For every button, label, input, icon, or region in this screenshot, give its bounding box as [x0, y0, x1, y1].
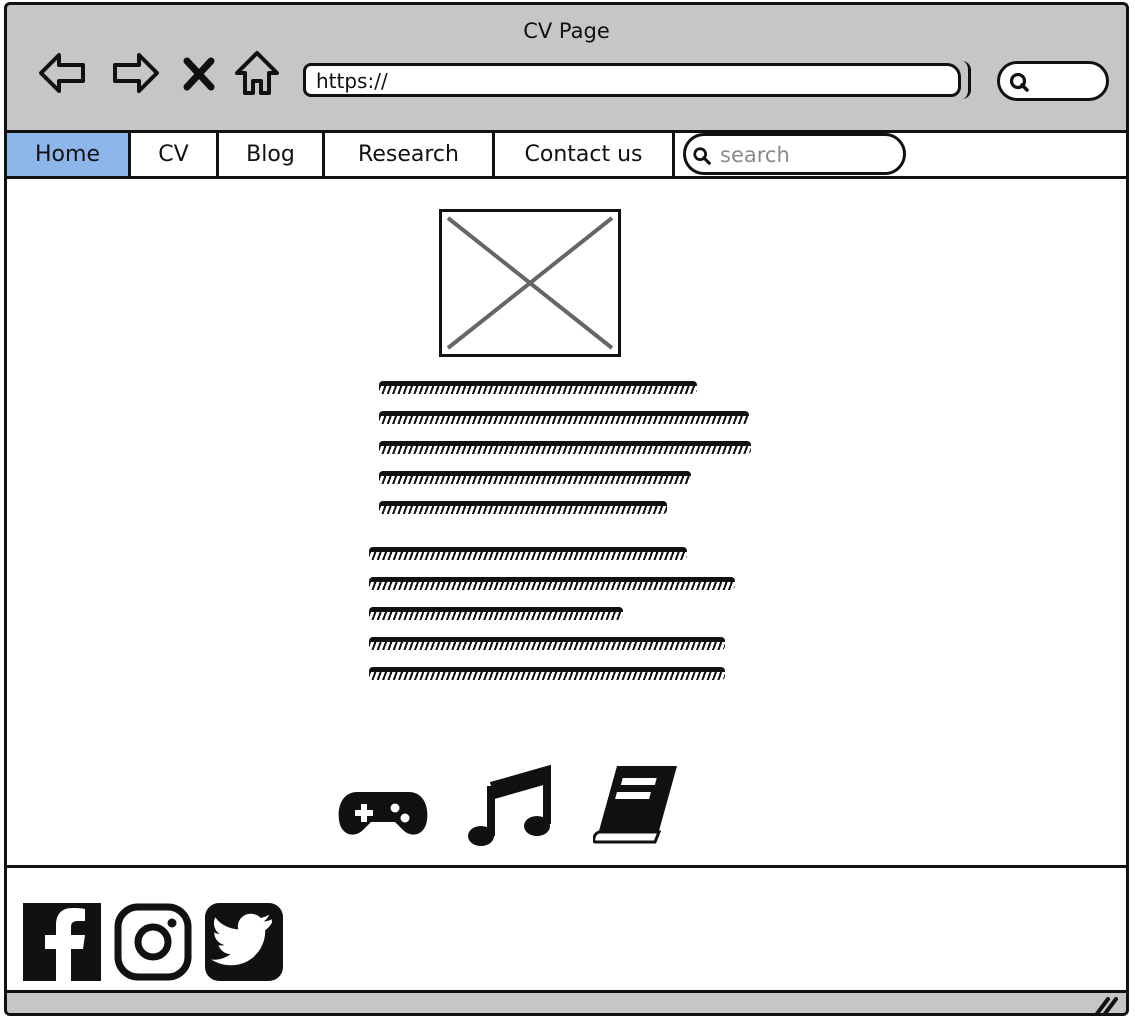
nav-menu: Home CV Blog Research Contact us [7, 133, 1126, 179]
nav-item-home[interactable]: Home [7, 133, 131, 176]
back-button[interactable] [37, 47, 89, 99]
address-bar-edge [962, 61, 971, 99]
status-bar [7, 990, 1126, 1016]
search-icon [693, 147, 711, 165]
browser-search-field[interactable] [997, 61, 1109, 101]
window-title: CV Page [523, 19, 610, 43]
close-icon [183, 57, 215, 91]
site-search[interactable] [683, 133, 906, 175]
home-button[interactable] [231, 47, 283, 99]
nav-item-blog[interactable]: Blog [219, 133, 325, 176]
stop-button[interactable] [179, 47, 219, 99]
image-placeholder [439, 209, 621, 357]
browser-window: CV Page https:// Home CV Blog Research C… [4, 2, 1129, 1016]
nav-item-cv[interactable]: CV [131, 133, 219, 176]
hobby-icons [337, 760, 687, 850]
twitter-icon[interactable] [205, 903, 283, 981]
page-content: Home CV Blog Research Contact us [7, 130, 1126, 993]
footer-divider [7, 865, 1126, 868]
search-icon [1009, 72, 1029, 92]
gamepad-icon [338, 792, 428, 835]
facebook-icon[interactable] [23, 903, 101, 981]
instagram-icon[interactable] [114, 903, 192, 981]
nav-item-contact[interactable]: Contact us [495, 133, 675, 176]
back-arrow-icon [39, 53, 85, 93]
address-bar[interactable]: https:// [303, 63, 961, 97]
nav-item-research[interactable]: Research [325, 133, 495, 176]
forward-button[interactable] [109, 47, 161, 99]
forward-arrow-icon [113, 53, 159, 93]
site-search-input[interactable] [720, 140, 890, 170]
book-icon [593, 766, 677, 844]
resize-grip-icon[interactable] [1092, 995, 1118, 1016]
music-note-icon [468, 764, 551, 846]
home-icon [235, 51, 279, 95]
